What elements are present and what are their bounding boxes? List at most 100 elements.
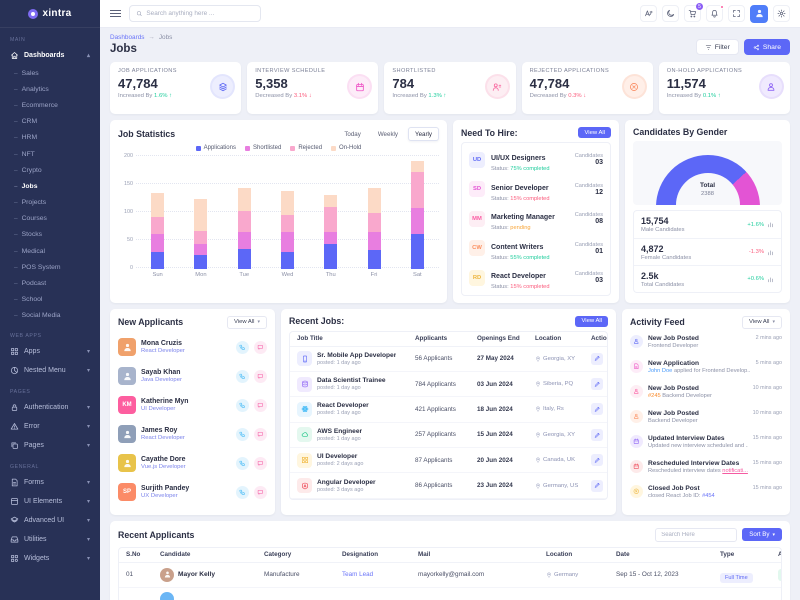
sidebar-subitem[interactable]: Crypto bbox=[0, 162, 100, 178]
role-initials-badge: UD bbox=[469, 152, 485, 168]
sidebar-item[interactable]: Nested Menu bbox=[0, 361, 100, 380]
message-button[interactable] bbox=[254, 341, 267, 354]
recent-jobs-view-all-button[interactable]: View All bbox=[575, 316, 608, 327]
sidebar-item[interactable]: Advanced UI bbox=[0, 511, 100, 530]
activity-icon bbox=[630, 385, 643, 398]
sidebar-subitem[interactable]: CRM bbox=[0, 114, 100, 130]
pen-icon bbox=[594, 355, 601, 362]
edit-job-button[interactable] bbox=[591, 353, 603, 365]
user-avatar[interactable] bbox=[750, 5, 768, 23]
delete-job-button[interactable] bbox=[607, 454, 608, 466]
new-applicants-view-all-button[interactable]: View All bbox=[227, 316, 267, 329]
chart-range-tab[interactable]: Today bbox=[337, 127, 368, 141]
download-button[interactable] bbox=[778, 569, 782, 581]
call-button[interactable] bbox=[236, 341, 249, 354]
sidebar-item[interactable]: UI Elements bbox=[0, 492, 100, 511]
brand[interactable]: xintra bbox=[0, 0, 100, 28]
message-button[interactable] bbox=[254, 428, 267, 441]
activity-description: Backend Developer bbox=[648, 418, 748, 424]
sidebar-subitem[interactable]: School bbox=[0, 292, 100, 308]
filter-button[interactable]: Filter bbox=[696, 39, 739, 55]
sidebar-subitem[interactable]: Stocks bbox=[0, 227, 100, 243]
sidebar-item[interactable]: Apps bbox=[0, 342, 100, 361]
search-input[interactable] bbox=[146, 10, 254, 17]
activity-description: closed React Job ID: #454 bbox=[648, 493, 748, 499]
message-button[interactable] bbox=[254, 370, 267, 383]
sidebar-subitem[interactable]: Sales bbox=[0, 65, 100, 81]
edit-job-button[interactable] bbox=[591, 480, 603, 492]
notifications-button[interactable] bbox=[706, 5, 723, 22]
sidebar-subitem[interactable]: HRM bbox=[0, 130, 100, 146]
sidebar-item[interactable]: Authentication bbox=[0, 398, 100, 417]
activity-time: 2 mins ago bbox=[756, 335, 782, 341]
activity-link[interactable]: #245 bbox=[648, 393, 661, 399]
applicants-search-input[interactable] bbox=[655, 528, 737, 542]
sidebar-item[interactable]: Pages bbox=[0, 436, 100, 455]
share-button[interactable]: Share bbox=[744, 39, 790, 55]
delete-job-button[interactable] bbox=[607, 480, 608, 492]
sidebar-subitem[interactable]: POS System bbox=[0, 259, 100, 275]
message-button[interactable] bbox=[254, 486, 267, 499]
chart-range-tab[interactable]: Weekly bbox=[371, 127, 405, 141]
sidebar-item[interactable]: Error bbox=[0, 417, 100, 436]
language-button[interactable] bbox=[640, 5, 657, 22]
activity-link[interactable]: notificati... bbox=[722, 468, 747, 474]
sidebar-item[interactable]: Forms bbox=[0, 473, 100, 492]
call-button[interactable] bbox=[236, 428, 249, 441]
edit-job-button[interactable] bbox=[591, 429, 603, 441]
activity-view-all-button[interactable]: View All bbox=[742, 316, 782, 329]
need-to-hire-item[interactable]: CW Content Writers Status: 55% completed… bbox=[469, 234, 603, 264]
sidebar-subitem[interactable]: Medical bbox=[0, 243, 100, 259]
message-button[interactable] bbox=[254, 457, 267, 470]
sidebar-item-dashboards[interactable]: Dashboards bbox=[0, 46, 100, 65]
sidebar-subitem[interactable]: Social Media bbox=[0, 308, 100, 324]
sidebar-subitem-label: NFT bbox=[22, 151, 35, 158]
need-to-hire-item[interactable]: SD Senior Developer Status: 15% complete… bbox=[469, 175, 603, 205]
recent-jobs-table: Job Title Applicants Openings End Locati… bbox=[289, 331, 608, 500]
edit-job-button[interactable] bbox=[591, 378, 603, 390]
edit-job-button[interactable] bbox=[591, 403, 603, 415]
need-to-hire-item[interactable]: MM Marketing Manager Status: pending Can… bbox=[469, 204, 603, 234]
message-button[interactable] bbox=[254, 399, 267, 412]
sidebar-item[interactable]: Utilities bbox=[0, 530, 100, 549]
edit-job-button[interactable] bbox=[591, 454, 603, 466]
sidebar-subitem[interactable]: Ecommerce bbox=[0, 97, 100, 113]
sidebar-subitem[interactable]: Projects bbox=[0, 195, 100, 211]
dark-mode-button[interactable] bbox=[662, 5, 679, 22]
call-button[interactable] bbox=[236, 486, 249, 499]
need-to-hire-item[interactable]: RD React Developer Status: 15% completed… bbox=[469, 263, 603, 293]
hamburger-menu-icon[interactable] bbox=[110, 10, 121, 17]
call-button[interactable] bbox=[236, 457, 249, 470]
chart-range-tab[interactable]: Yearly bbox=[408, 127, 439, 141]
delete-job-button[interactable] bbox=[607, 378, 608, 390]
delete-job-button[interactable] bbox=[607, 403, 608, 415]
gender-panel: Candidates By Gender Total 2388 bbox=[625, 120, 790, 303]
activity-link[interactable]: John Doe bbox=[648, 368, 672, 374]
breadcrumb-dashboards[interactable]: Dashboards bbox=[110, 34, 144, 41]
person-icon bbox=[122, 458, 133, 469]
sidebar-item[interactable]: Widgets bbox=[0, 549, 100, 568]
need-to-hire-view-all-button[interactable]: View All bbox=[578, 127, 611, 138]
sidebar-subitem-label: Stocks bbox=[22, 231, 42, 238]
need-to-hire-item[interactable]: UD UI/UX Designers Status: 75% completed… bbox=[469, 145, 603, 175]
sidebar-subitem[interactable]: Jobs bbox=[0, 178, 100, 194]
cart-button[interactable]: 5 bbox=[684, 5, 701, 22]
activity-link[interactable]: #454 bbox=[702, 493, 715, 499]
call-button[interactable] bbox=[236, 399, 249, 412]
candidates-label: Candidates bbox=[575, 242, 603, 248]
delete-job-button[interactable] bbox=[607, 353, 608, 365]
role-initials-badge: CW bbox=[469, 240, 485, 256]
fullscreen-button[interactable] bbox=[728, 5, 745, 22]
chat-icon bbox=[257, 489, 264, 496]
call-button[interactable] bbox=[236, 370, 249, 383]
sidebar-subitem[interactable]: Analytics bbox=[0, 81, 100, 97]
settings-button[interactable] bbox=[773, 5, 790, 22]
chevron-down-icon bbox=[87, 423, 90, 430]
sidebar-subitem[interactable]: Courses bbox=[0, 211, 100, 227]
sort-by-button[interactable]: Sort By bbox=[742, 528, 782, 541]
avatar bbox=[118, 425, 136, 443]
delete-job-button[interactable] bbox=[607, 429, 608, 441]
sidebar-subitem[interactable]: NFT bbox=[0, 146, 100, 162]
sidebar-subitem[interactable]: Podcast bbox=[0, 275, 100, 291]
candidate-designation[interactable]: Team Lead bbox=[342, 571, 418, 578]
